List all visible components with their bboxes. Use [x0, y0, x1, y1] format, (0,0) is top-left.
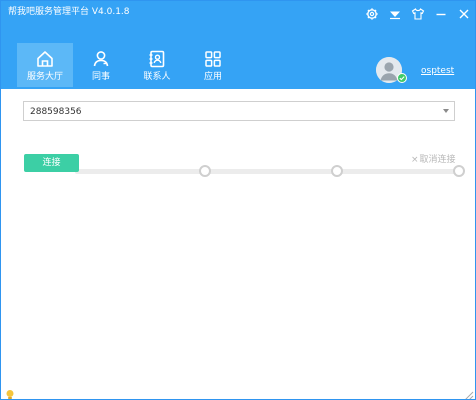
connect-button[interactable]: 连接: [24, 154, 79, 172]
tab-label: 应用: [203, 72, 222, 82]
skin-icon[interactable]: [411, 6, 425, 20]
progress-step: [331, 165, 343, 177]
tab-apps[interactable]: 应用: [185, 43, 241, 87]
username-link[interactable]: osptest: [421, 65, 454, 77]
close-icon[interactable]: [457, 6, 471, 20]
progress-step: [453, 165, 465, 177]
tab-service-hall[interactable]: 服务大厅: [17, 43, 73, 87]
tab-label: 联系人: [143, 72, 171, 82]
cancel-connect-link[interactable]: ×取消连接: [411, 154, 456, 166]
resize-grip-icon[interactable]: [462, 386, 474, 399]
dropdown-icon[interactable]: [388, 6, 402, 20]
app-title: 帮我吧服务管理平台 V4.0.1.8: [8, 7, 130, 17]
contacts-icon: [149, 50, 165, 68]
cancel-connect-label: 取消连接: [419, 155, 456, 165]
minimize-icon[interactable]: [434, 6, 448, 20]
online-status-icon: [397, 73, 407, 83]
window-controls: [365, 4, 471, 22]
app-window: 帮我吧服务管理平台 V4.0.1.8 服务大厅 同事 联系人 应用 osptes…: [0, 0, 476, 400]
chevron-down-icon[interactable]: [443, 109, 449, 113]
bulb-icon[interactable]: [5, 386, 15, 399]
tab-colleague[interactable]: 同事: [73, 43, 129, 87]
title-bar[interactable]: 帮我吧服务管理平台 V4.0.1.8: [1, 1, 475, 25]
apps-icon: [205, 51, 221, 67]
colleague-icon: [93, 51, 109, 67]
progress-step: [199, 165, 211, 177]
tab-label: 同事: [91, 72, 110, 82]
close-x-icon: ×: [411, 155, 419, 165]
select-value: 288598356: [30, 107, 82, 117]
settings-icon[interactable]: [365, 6, 379, 20]
connection-progress-track: [75, 169, 461, 174]
tab-label: 服务大厅: [26, 72, 63, 82]
tab-contacts[interactable]: 联系人: [129, 43, 185, 87]
home-icon: [37, 51, 53, 67]
device-id-select[interactable]: 288598356: [23, 101, 455, 121]
